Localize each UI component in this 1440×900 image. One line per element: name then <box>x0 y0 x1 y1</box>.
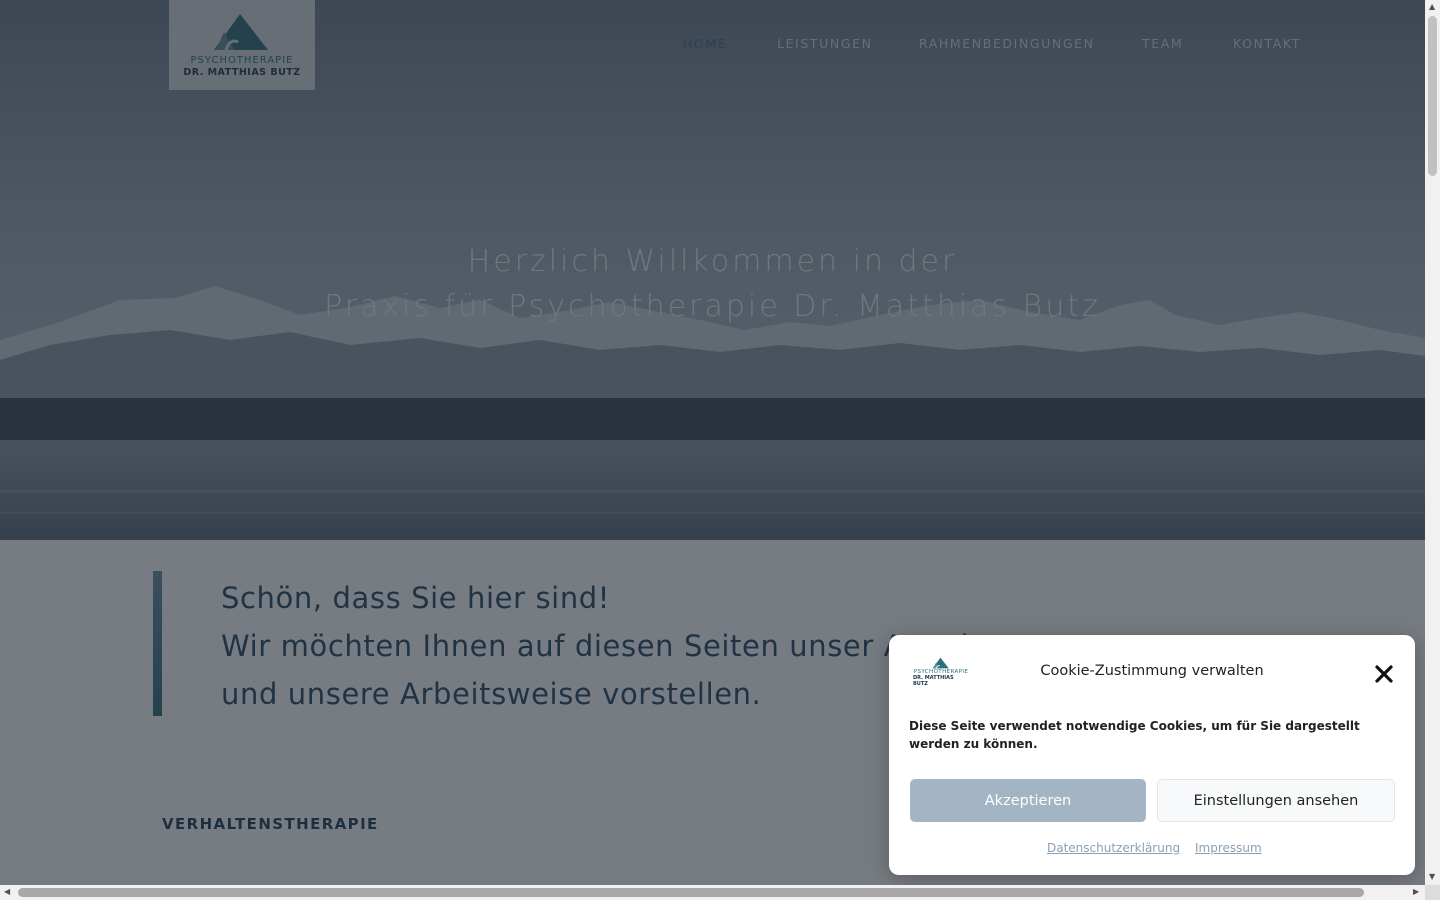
intro-line-1: Schön, dass Sie hier sind! <box>221 581 611 615</box>
horizontal-scrollbar-thumb[interactable] <box>18 888 1364 897</box>
hero-title-line-1: Herzlich Willkommen in der <box>467 244 958 279</box>
scroll-down-arrow-icon[interactable]: ▼ <box>1429 872 1435 882</box>
cookie-consent-dialog: PSYCHOTHERAPIE DR. MATTHIAS BUTZ Cookie-… <box>889 635 1415 875</box>
vertical-scrollbar-thumb[interactable] <box>1428 16 1437 176</box>
nav-item-rahmenbedingungen[interactable]: RAHMENBEDINGUNGEN <box>919 36 1095 51</box>
horizontal-scrollbar[interactable]: ◀ ▶ <box>0 885 1425 900</box>
view-settings-button[interactable]: Einstellungen ansehen <box>1157 779 1395 822</box>
hero-title-line-2: Praxis für Psychotherapie Dr. Matthias B… <box>324 289 1101 324</box>
section-heading-verhaltenstherapie: VERHALTENSTHERAPIE <box>162 815 379 833</box>
imprint-link[interactable]: Impressum <box>1195 841 1262 855</box>
main-navigation: HOME LEISTUNGEN RAHMENBEDINGUNGEN TEAM K… <box>0 36 1425 56</box>
scroll-left-arrow-icon[interactable]: ◀ <box>4 887 10 897</box>
nav-item-home[interactable]: HOME <box>683 36 727 51</box>
accept-button[interactable]: Akzeptieren <box>910 779 1146 822</box>
nav-item-kontakt[interactable]: KONTAKT <box>1233 36 1301 51</box>
cookie-dialog-title: Cookie-Zustimmung verwalten <box>1040 663 1264 679</box>
nav-item-team[interactable]: TEAM <box>1142 36 1183 51</box>
scrollbar-corner <box>1425 885 1440 900</box>
scroll-right-arrow-icon[interactable]: ▶ <box>1413 887 1419 897</box>
vertical-scrollbar[interactable]: ▲ ▼ <box>1425 0 1440 885</box>
logo-line-1: PSYCHOTHERAPIE <box>190 55 294 66</box>
page: PSYCHOTHERAPIE DR. MATTHIAS BUTZ HOME LE… <box>0 0 1425 885</box>
nav-item-leistungen[interactable]: LEISTUNGEN <box>777 36 873 51</box>
quote-accent-bar <box>153 571 162 716</box>
cookie-dialog-text: Diese Seite verwendet notwendige Cookies… <box>909 719 1360 751</box>
privacy-policy-link[interactable]: Datenschutzerklärung <box>1047 841 1180 855</box>
logo-line-2: DR. MATTHIAS BUTZ <box>183 67 301 78</box>
scroll-up-arrow-icon[interactable]: ▲ <box>1429 2 1435 12</box>
close-icon[interactable] <box>1373 663 1395 685</box>
hero-section: PSYCHOTHERAPIE DR. MATTHIAS BUTZ HOME LE… <box>0 0 1425 540</box>
